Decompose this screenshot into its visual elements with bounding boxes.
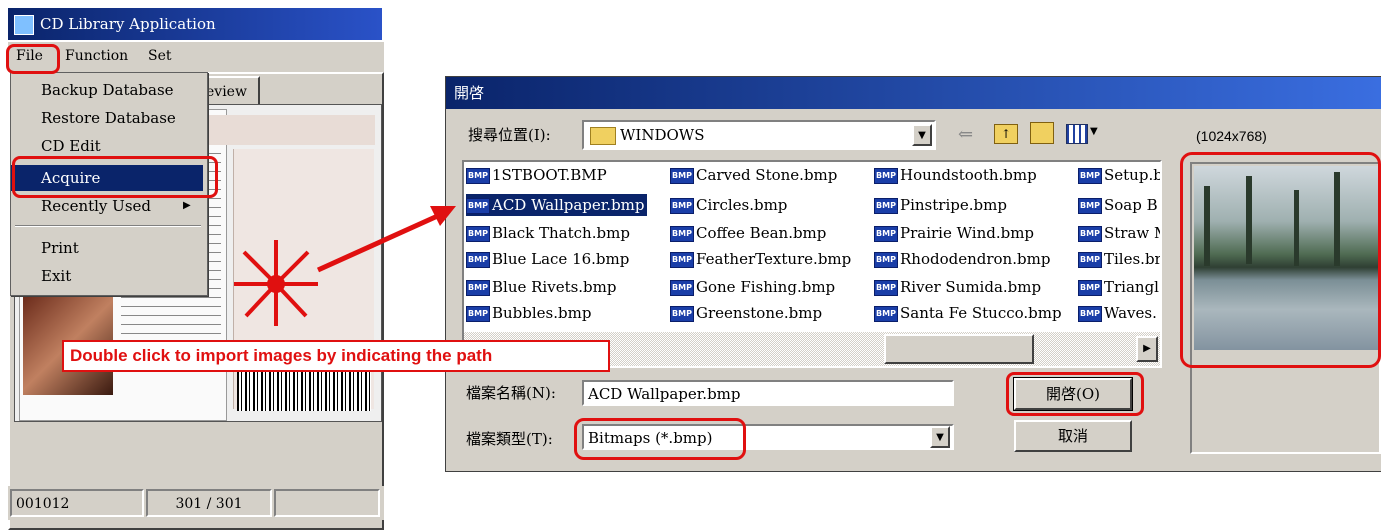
annotation-arrows — [234, 206, 456, 326]
instruction-callout: Double click to import images by indicat… — [62, 340, 610, 372]
click-point — [267, 275, 285, 293]
arrow-line — [316, 211, 444, 273]
